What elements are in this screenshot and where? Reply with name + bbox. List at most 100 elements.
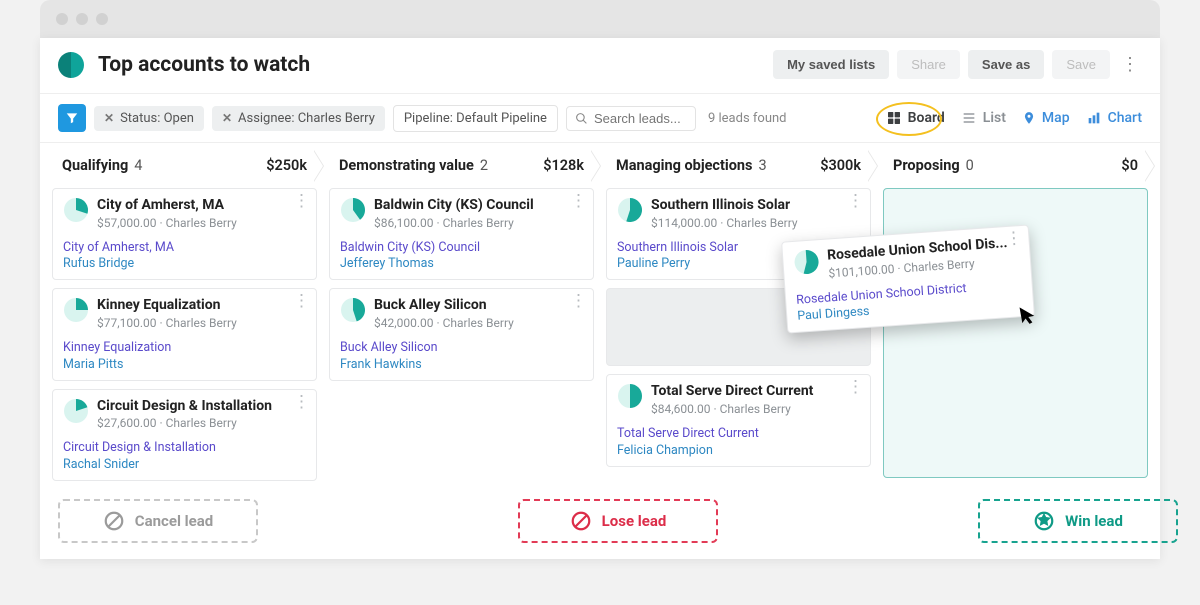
filter-chip-assignee[interactable]: ✕ Assignee: Charles Berry	[212, 106, 385, 131]
card-title: Southern Illinois Solar	[651, 197, 798, 215]
list-icon	[961, 110, 977, 126]
board-icon	[886, 110, 902, 126]
column-count: 0	[966, 157, 974, 174]
save-button[interactable]: Save	[1052, 50, 1110, 79]
kanban-column: Qualifying 4 $250k ⋮ City of Amherst, MA…	[52, 149, 317, 485]
window-dot	[96, 13, 108, 25]
view-map[interactable]: Map	[1022, 110, 1070, 126]
contact-link[interactable]: Rufus Bridge	[63, 256, 306, 273]
column-name: Qualifying	[62, 157, 128, 174]
cancel-icon	[103, 510, 125, 532]
lead-card[interactable]: ⋮ Circuit Design & Installation $27,600.…	[52, 389, 317, 481]
column-amount: $250k	[266, 157, 307, 174]
lead-card[interactable]: ⋮ Rosedale Union School Dis... $101,100.…	[781, 224, 1035, 333]
filter-icon[interactable]	[58, 104, 86, 132]
card-subtitle: $57,000.00Charles Berry	[97, 216, 237, 230]
company-link[interactable]: Baldwin City (KS) Council	[340, 240, 583, 257]
card-more-icon[interactable]: ⋮	[570, 297, 587, 306]
kanban-board: Qualifying 4 $250k ⋮ City of Amherst, MA…	[40, 143, 1160, 485]
column-header: Proposing 0 $0	[883, 149, 1148, 182]
completion-pie-icon	[617, 197, 643, 223]
save-as-button[interactable]: Save as	[968, 50, 1044, 79]
column-amount: $128k	[543, 157, 584, 174]
completion-pie-icon	[63, 398, 89, 424]
chart-icon	[1086, 110, 1102, 126]
company-link[interactable]: Kinney Equalization	[63, 340, 306, 357]
lead-card[interactable]: ⋮ City of Amherst, MA $57,000.00Charles …	[52, 188, 317, 280]
column-count: 2	[480, 157, 488, 174]
filter-label: Assignee: Charles Berry	[238, 111, 375, 126]
card-more-icon[interactable]: ⋮	[293, 398, 310, 407]
company-link[interactable]: Total Serve Direct Current	[617, 426, 860, 443]
card-title: Total Serve Direct Current	[651, 383, 813, 401]
column-header: Demonstrating value 2 $128k	[329, 149, 594, 182]
column-amount: $0	[1121, 157, 1138, 174]
close-icon[interactable]: ✕	[222, 111, 232, 125]
view-switcher: Board List Map Chart	[886, 110, 1142, 126]
contact-link[interactable]: Frank Hawkins	[340, 357, 583, 374]
column-header: Qualifying 4 $250k	[52, 149, 317, 182]
column-cards: ⋮ Baldwin City (KS) Council $86,100.00Ch…	[329, 182, 594, 385]
footer-drop-row: Cancel lead Lose lead Win lead	[40, 485, 1160, 559]
column-cards: ⋮ City of Amherst, MA $57,000.00Charles …	[52, 182, 317, 485]
header-more-icon[interactable]: ⋮	[1118, 54, 1142, 75]
completion-pie-icon	[793, 248, 821, 276]
lead-card[interactable]: ⋮ Kinney Equalization $77,100.00Charles …	[52, 288, 317, 380]
cursor-icon	[1018, 304, 1037, 326]
view-chart[interactable]: Chart	[1086, 110, 1142, 126]
company-link[interactable]: City of Amherst, MA	[63, 240, 306, 257]
card-more-icon[interactable]: ⋮	[847, 197, 864, 206]
page-title: Top accounts to watch	[98, 53, 765, 77]
completion-pie-icon	[617, 383, 643, 409]
filter-chip-pipeline[interactable]: Pipeline: Default Pipeline	[393, 105, 558, 132]
filter-label: Status: Open	[120, 111, 194, 126]
win-lead-dropzone[interactable]: Win lead	[978, 499, 1178, 543]
card-more-icon[interactable]: ⋮	[1005, 234, 1023, 245]
company-link[interactable]: Circuit Design & Installation	[63, 440, 306, 457]
lead-card[interactable]: ⋮ Total Serve Direct Current $84,600.00C…	[606, 374, 871, 466]
card-title: Buck Alley Silicon	[374, 297, 514, 315]
contact-link[interactable]: Felicia Champion	[617, 443, 860, 460]
lose-lead-dropzone[interactable]: Lose lead	[518, 499, 718, 543]
cancel-lead-dropzone[interactable]: Cancel lead	[58, 499, 258, 543]
column-name: Demonstrating value	[339, 157, 474, 174]
contact-link[interactable]: Rachal Snider	[63, 457, 306, 474]
view-board[interactable]: Board	[886, 110, 945, 126]
filter-chip-status[interactable]: ✕ Status: Open	[94, 106, 204, 131]
result-count: 9 leads found	[708, 111, 787, 126]
window-dot	[76, 13, 88, 25]
card-subtitle: $84,600.00Charles Berry	[651, 402, 813, 416]
card-subtitle: $114,000.00Charles Berry	[651, 216, 798, 230]
completion-pie-icon	[340, 297, 366, 323]
completion-pie-icon	[63, 297, 89, 323]
brand-icon	[58, 52, 84, 78]
card-more-icon[interactable]: ⋮	[293, 197, 310, 206]
close-icon[interactable]: ✕	[104, 111, 114, 125]
search-input[interactable]	[594, 111, 682, 126]
filter-bar: ✕ Status: Open ✕ Assignee: Charles Berry…	[40, 94, 1160, 143]
card-title: Circuit Design & Installation	[97, 398, 272, 416]
card-title: Kinney Equalization	[97, 297, 237, 315]
card-more-icon[interactable]: ⋮	[293, 297, 310, 306]
column-count: 3	[758, 157, 766, 174]
win-icon	[1033, 510, 1055, 532]
lead-card[interactable]: ⋮ Buck Alley Silicon $42,000.00Charles B…	[329, 288, 594, 380]
company-link[interactable]: Buck Alley Silicon	[340, 340, 583, 357]
map-pin-icon	[1022, 110, 1036, 126]
contact-link[interactable]: Maria Pitts	[63, 357, 306, 374]
card-more-icon[interactable]: ⋮	[847, 383, 864, 392]
column-header: Managing objections 3 $300k	[606, 149, 871, 182]
lead-card[interactable]: ⋮ Baldwin City (KS) Council $86,100.00Ch…	[329, 188, 594, 280]
view-list[interactable]: List	[961, 110, 1006, 126]
my-saved-lists-button[interactable]: My saved lists	[773, 50, 889, 79]
filter-label: Pipeline: Default Pipeline	[404, 111, 547, 126]
contact-link[interactable]: Jefferey Thomas	[340, 256, 583, 273]
card-subtitle: $42,000.00Charles Berry	[374, 316, 514, 330]
search-input-wrap[interactable]	[566, 106, 696, 131]
share-button[interactable]: Share	[897, 50, 960, 79]
completion-pie-icon	[340, 197, 366, 223]
column-name: Proposing	[893, 157, 960, 174]
kanban-column: Demonstrating value 2 $128k ⋮ Baldwin Ci…	[329, 149, 594, 385]
card-more-icon[interactable]: ⋮	[570, 197, 587, 206]
search-icon	[575, 112, 588, 125]
